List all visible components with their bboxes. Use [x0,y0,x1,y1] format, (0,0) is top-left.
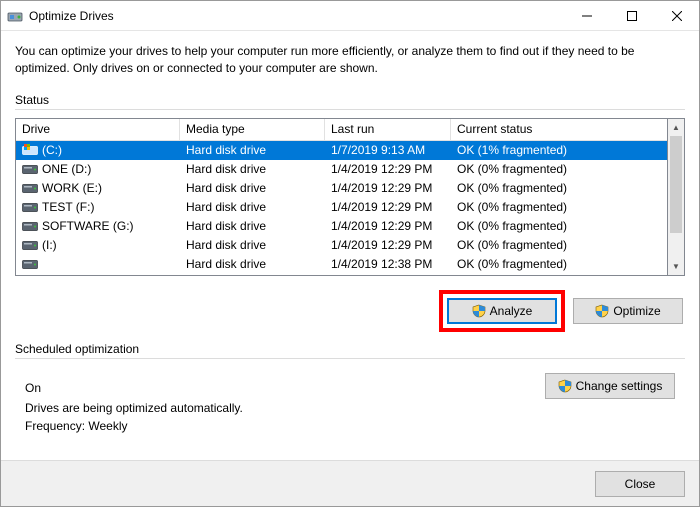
divider [15,109,685,110]
cell-last-run: 1/4/2019 12:29 PM [325,181,451,195]
uac-shield-icon [472,304,486,318]
app-icon [7,8,23,24]
drive-name: ONE (D:) [42,162,91,176]
drives-table[interactable]: Drive Media type Last run Current status… [15,118,668,276]
content-area: You can optimize your drives to help you… [1,31,699,459]
close-label: Close [625,477,656,491]
cell-status: OK (1% fragmented) [451,143,667,157]
drive-icon [22,258,38,270]
cell-status: OK (0% fragmented) [451,162,667,176]
minimize-button[interactable] [564,1,609,31]
drive-icon [22,163,38,175]
cell-last-run: 1/4/2019 12:29 PM [325,238,451,252]
cell-media: Hard disk drive [180,143,325,157]
table-row[interactable]: WORK (E:) Hard disk drive1/4/2019 12:29 P… [16,179,667,198]
cell-last-run: 1/4/2019 12:29 PM [325,162,451,176]
cell-media: Hard disk drive [180,219,325,233]
table-header: Drive Media type Last run Current status [16,119,667,141]
table-row[interactable]: Hard disk drive1/4/2019 12:38 PMOK (0% f… [16,255,667,274]
change-settings-label: Change settings [576,379,663,393]
scroll-down-button[interactable]: ▼ [668,258,684,275]
cell-media: Hard disk drive [180,238,325,252]
cell-last-run: 1/4/2019 12:29 PM [325,200,451,214]
cell-drive [16,258,180,270]
drive-icon [22,182,38,194]
cell-media: Hard disk drive [180,200,325,214]
scroll-up-button[interactable]: ▲ [668,119,684,136]
col-last[interactable]: Last run [325,119,451,140]
table-row[interactable]: TEST (F:) Hard disk drive1/4/2019 12:29 P… [16,198,667,217]
cell-drive: ONE (D:) [16,162,180,176]
drive-icon [22,201,38,213]
schedule-freq: Frequency: Weekly [25,419,243,433]
description-text: You can optimize your drives to help you… [15,43,685,77]
cell-status: OK (0% fragmented) [451,257,667,271]
cell-drive: TEST (F:) [16,200,180,214]
drive-icon [22,239,38,251]
table-row[interactable]: (I:) Hard disk drive1/4/2019 12:29 PMOK (… [16,236,667,255]
cell-drive: (C:) [16,143,180,157]
change-settings-button[interactable]: Change settings [545,373,675,399]
cell-status: OK (0% fragmented) [451,181,667,195]
dialog-footer: Close [1,460,699,506]
cell-last-run: 1/4/2019 12:29 PM [325,219,451,233]
scheduled-section-label: Scheduled optimization [15,342,685,356]
table-row[interactable]: (C:) Hard disk drive1/7/2019 9:13 AMOK (1… [16,141,667,160]
analyze-label: Analyze [490,304,533,318]
status-section-label: Status [15,93,685,107]
titlebar: Optimize Drives [1,1,699,31]
maximize-button[interactable] [609,1,654,31]
drive-icon [22,220,38,232]
vertical-scrollbar[interactable]: ▲ ▼ [668,118,685,276]
drive-windows-icon [22,144,38,156]
cell-last-run: 1/7/2019 9:13 AM [325,143,451,157]
cell-drive: SOFTWARE (G:) [16,219,180,233]
cell-status: OK (0% fragmented) [451,219,667,233]
uac-shield-icon [595,304,609,318]
optimize-button[interactable]: Optimize [573,298,683,324]
uac-shield-icon [558,379,572,393]
scroll-thumb[interactable] [670,136,682,234]
analyze-highlight: Analyze [439,290,565,332]
table-row[interactable]: SOFTWARE (G:) Hard disk drive1/4/2019 12:… [16,217,667,236]
schedule-state: On [25,381,243,395]
close-window-button[interactable] [654,1,699,31]
optimize-label: Optimize [613,304,660,318]
close-button[interactable]: Close [595,471,685,497]
schedule-desc: Drives are being optimized automatically… [25,401,243,415]
drive-name: (C:) [42,143,62,157]
cell-last-run: 1/4/2019 12:38 PM [325,257,451,271]
cell-drive: WORK (E:) [16,181,180,195]
window-title: Optimize Drives [29,9,114,23]
drive-name: TEST (F:) [42,200,94,214]
drive-name: SOFTWARE (G:) [42,219,134,233]
table-row[interactable]: ONE (D:) Hard disk drive1/4/2019 12:29 PM… [16,160,667,179]
drive-name: WORK (E:) [42,181,102,195]
col-drive[interactable]: Drive [16,119,180,140]
col-media[interactable]: Media type [180,119,325,140]
drive-name: (I:) [42,238,57,252]
cell-drive: (I:) [16,238,180,252]
col-status[interactable]: Current status [451,119,667,140]
scroll-track[interactable] [668,136,684,258]
cell-media: Hard disk drive [180,181,325,195]
analyze-button[interactable]: Analyze [447,298,557,324]
cell-media: Hard disk drive [180,257,325,271]
cell-status: OK (0% fragmented) [451,238,667,252]
divider [15,358,685,359]
cell-media: Hard disk drive [180,162,325,176]
cell-status: OK (0% fragmented) [451,200,667,214]
